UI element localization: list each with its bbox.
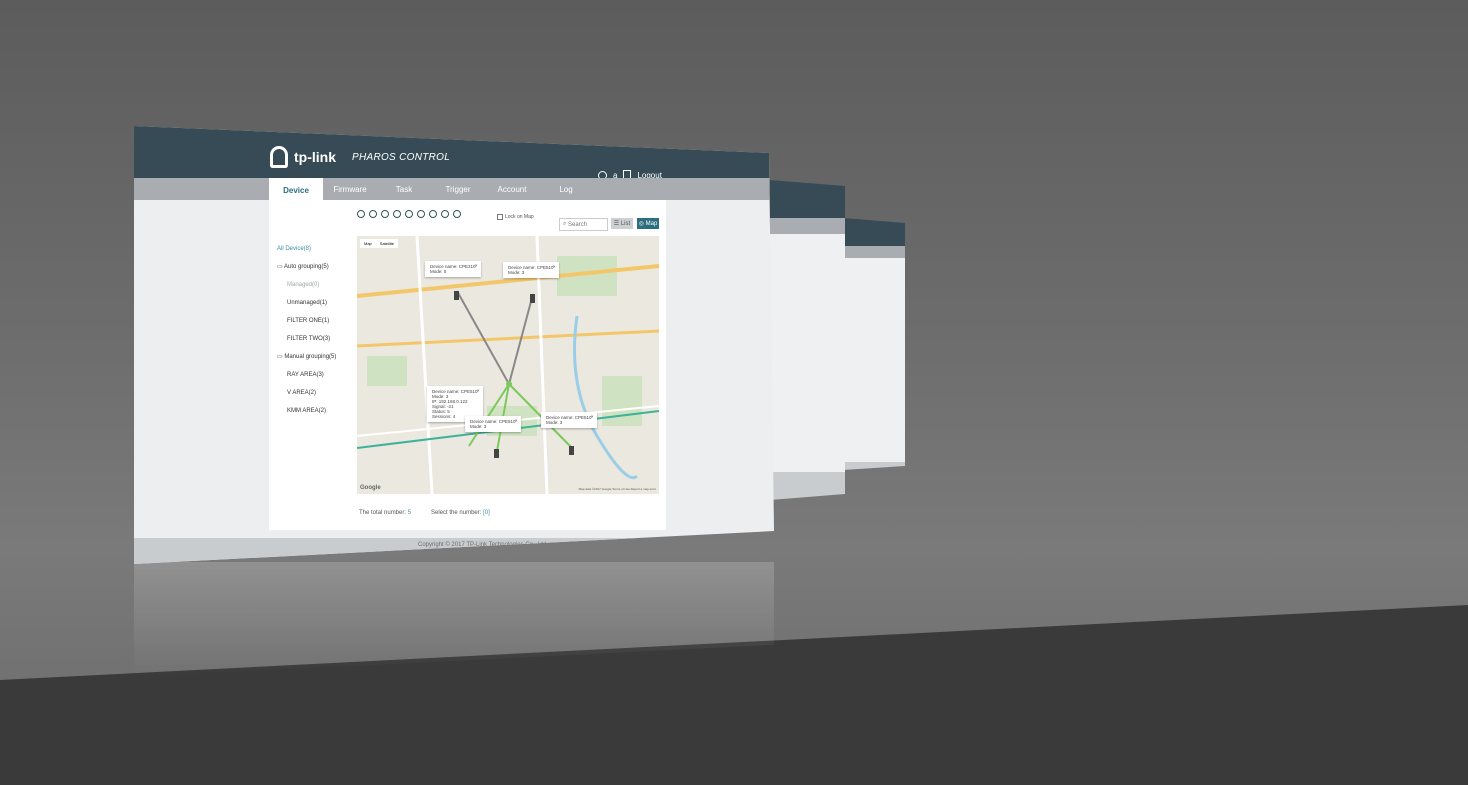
- tree-all-devices[interactable]: All Device(8): [277, 240, 336, 258]
- select-label: Select the number:: [431, 510, 482, 516]
- list-icon: ☰: [613, 221, 621, 227]
- tree-filter-one[interactable]: FILTER ONE(1): [277, 312, 336, 330]
- select-value: [0]: [483, 510, 490, 516]
- app-window: tp-link PHAROS CONTROL a Logout Device F…: [134, 126, 774, 564]
- map-type-tabs: Map Satellite: [360, 239, 399, 248]
- tool-icon-1[interactable]: [357, 210, 365, 218]
- device-popup: Device name: CPE510 Mode: 3 ×: [541, 412, 597, 428]
- main-tabs: Device Firmware Task Trigger Account Log: [269, 178, 593, 202]
- device-popup: Device name: CPE510 Mode: 3 ×: [503, 262, 559, 278]
- tree-managed[interactable]: Managed(0): [277, 276, 336, 294]
- list-label: List: [620, 220, 631, 227]
- lock-label: Lock on Map: [505, 214, 534, 220]
- tab-account[interactable]: Account: [485, 178, 539, 200]
- close-icon[interactable]: ×: [515, 418, 518, 423]
- tp-link-logo: tp-link PHAROS CONTROL: [270, 146, 450, 168]
- device-tree: All Device(8) ▭ Auto grouping(5) Managed…: [277, 240, 336, 420]
- tree-manual-grouping[interactable]: ▭ Manual grouping(5): [277, 348, 336, 366]
- tab-task[interactable]: Task: [377, 178, 431, 200]
- popup-mode: Mode: 0: [430, 269, 447, 274]
- map-attribution: Map data ©2017 Google Terms of Use Repor…: [578, 487, 656, 491]
- google-logo: Google: [360, 485, 381, 491]
- tool-icon-4[interactable]: [393, 210, 401, 218]
- device-map[interactable]: Map Satellite Device name: CPE210 Mode: …: [357, 236, 659, 494]
- map-label: Map: [645, 220, 658, 227]
- totals-row: The total number: 5 Select the number: […: [359, 510, 490, 516]
- tool-icon-2[interactable]: [369, 210, 377, 218]
- lock-checkbox[interactable]: [497, 214, 503, 220]
- total-value: 5: [407, 510, 412, 516]
- popup-mode: Mode: 3: [508, 270, 525, 275]
- map-type-satellite[interactable]: Satellite: [375, 239, 399, 248]
- product-name: PHAROS CONTROL: [352, 151, 451, 163]
- tab-firmware[interactable]: Firmware: [323, 178, 377, 200]
- popup-mode: Mode: 3: [470, 424, 487, 429]
- search-input[interactable]: ⌕ Search: [559, 218, 608, 231]
- selected-count: Select the number: [0]: [431, 510, 490, 516]
- tool-icon-8[interactable]: [441, 210, 449, 218]
- map-type-map[interactable]: Map: [360, 239, 376, 248]
- search-placeholder: Search: [568, 221, 588, 228]
- close-icon[interactable]: ×: [477, 388, 480, 393]
- device-popup: Device name: CPE210 Mode: 0 ×: [425, 261, 481, 277]
- total-label: The total number:: [359, 510, 407, 516]
- tree-area-k[interactable]: KMM AREA(2): [277, 402, 336, 420]
- tree-area-a[interactable]: RAY AREA(3): [277, 366, 336, 384]
- tree-unmanaged[interactable]: Unmanaged(1): [277, 294, 336, 312]
- popup-mode: Mode: 3: [546, 420, 563, 425]
- tab-device[interactable]: Device: [269, 178, 323, 202]
- map-toolbar: [357, 210, 461, 218]
- close-icon[interactable]: ×: [553, 264, 556, 269]
- lock-on-map[interactable]: Lock on Map: [497, 214, 534, 220]
- app-header: tp-link PHAROS CONTROL: [134, 126, 774, 178]
- tab-trigger[interactable]: Trigger: [431, 178, 485, 200]
- close-icon[interactable]: ×: [475, 263, 478, 268]
- device-panel: Lock on Map ⌕ Search ☰ List ◎ Map All De…: [269, 200, 666, 530]
- tree-auto-label: Auto grouping(5): [284, 264, 329, 270]
- map-view-button[interactable]: ◎ Map: [637, 218, 659, 229]
- tp-link-mark-icon: [270, 146, 288, 168]
- total-count: The total number: 5: [359, 510, 411, 516]
- tool-icon-3[interactable]: [381, 210, 389, 218]
- tool-icon-9[interactable]: [453, 210, 461, 218]
- tool-icon-6[interactable]: [417, 210, 425, 218]
- back-screen-middle: [770, 180, 845, 500]
- device-popup: Device name: CPE510 Mode: 3 ×: [465, 416, 521, 432]
- map-pin-icon: ◎: [638, 221, 646, 227]
- tree-auto-grouping[interactable]: ▭ Auto grouping(5): [277, 258, 336, 276]
- tree-manual-label: Manual grouping(5): [284, 354, 337, 360]
- tree-area-v[interactable]: V AREA(2): [277, 384, 336, 402]
- tool-icon-7[interactable]: [429, 210, 437, 218]
- list-view-button[interactable]: ☰ List: [611, 218, 633, 229]
- back-screen-far: [843, 218, 905, 470]
- tool-icon-5[interactable]: [405, 210, 413, 218]
- tab-log[interactable]: Log: [539, 178, 593, 200]
- close-icon[interactable]: ×: [591, 414, 594, 419]
- tree-filter-two[interactable]: FILTER TWO(3): [277, 330, 336, 348]
- copyright-text: Copyright © 2017 TP-Link Technologies Co…: [418, 542, 548, 548]
- logo-text: tp-link: [294, 149, 336, 165]
